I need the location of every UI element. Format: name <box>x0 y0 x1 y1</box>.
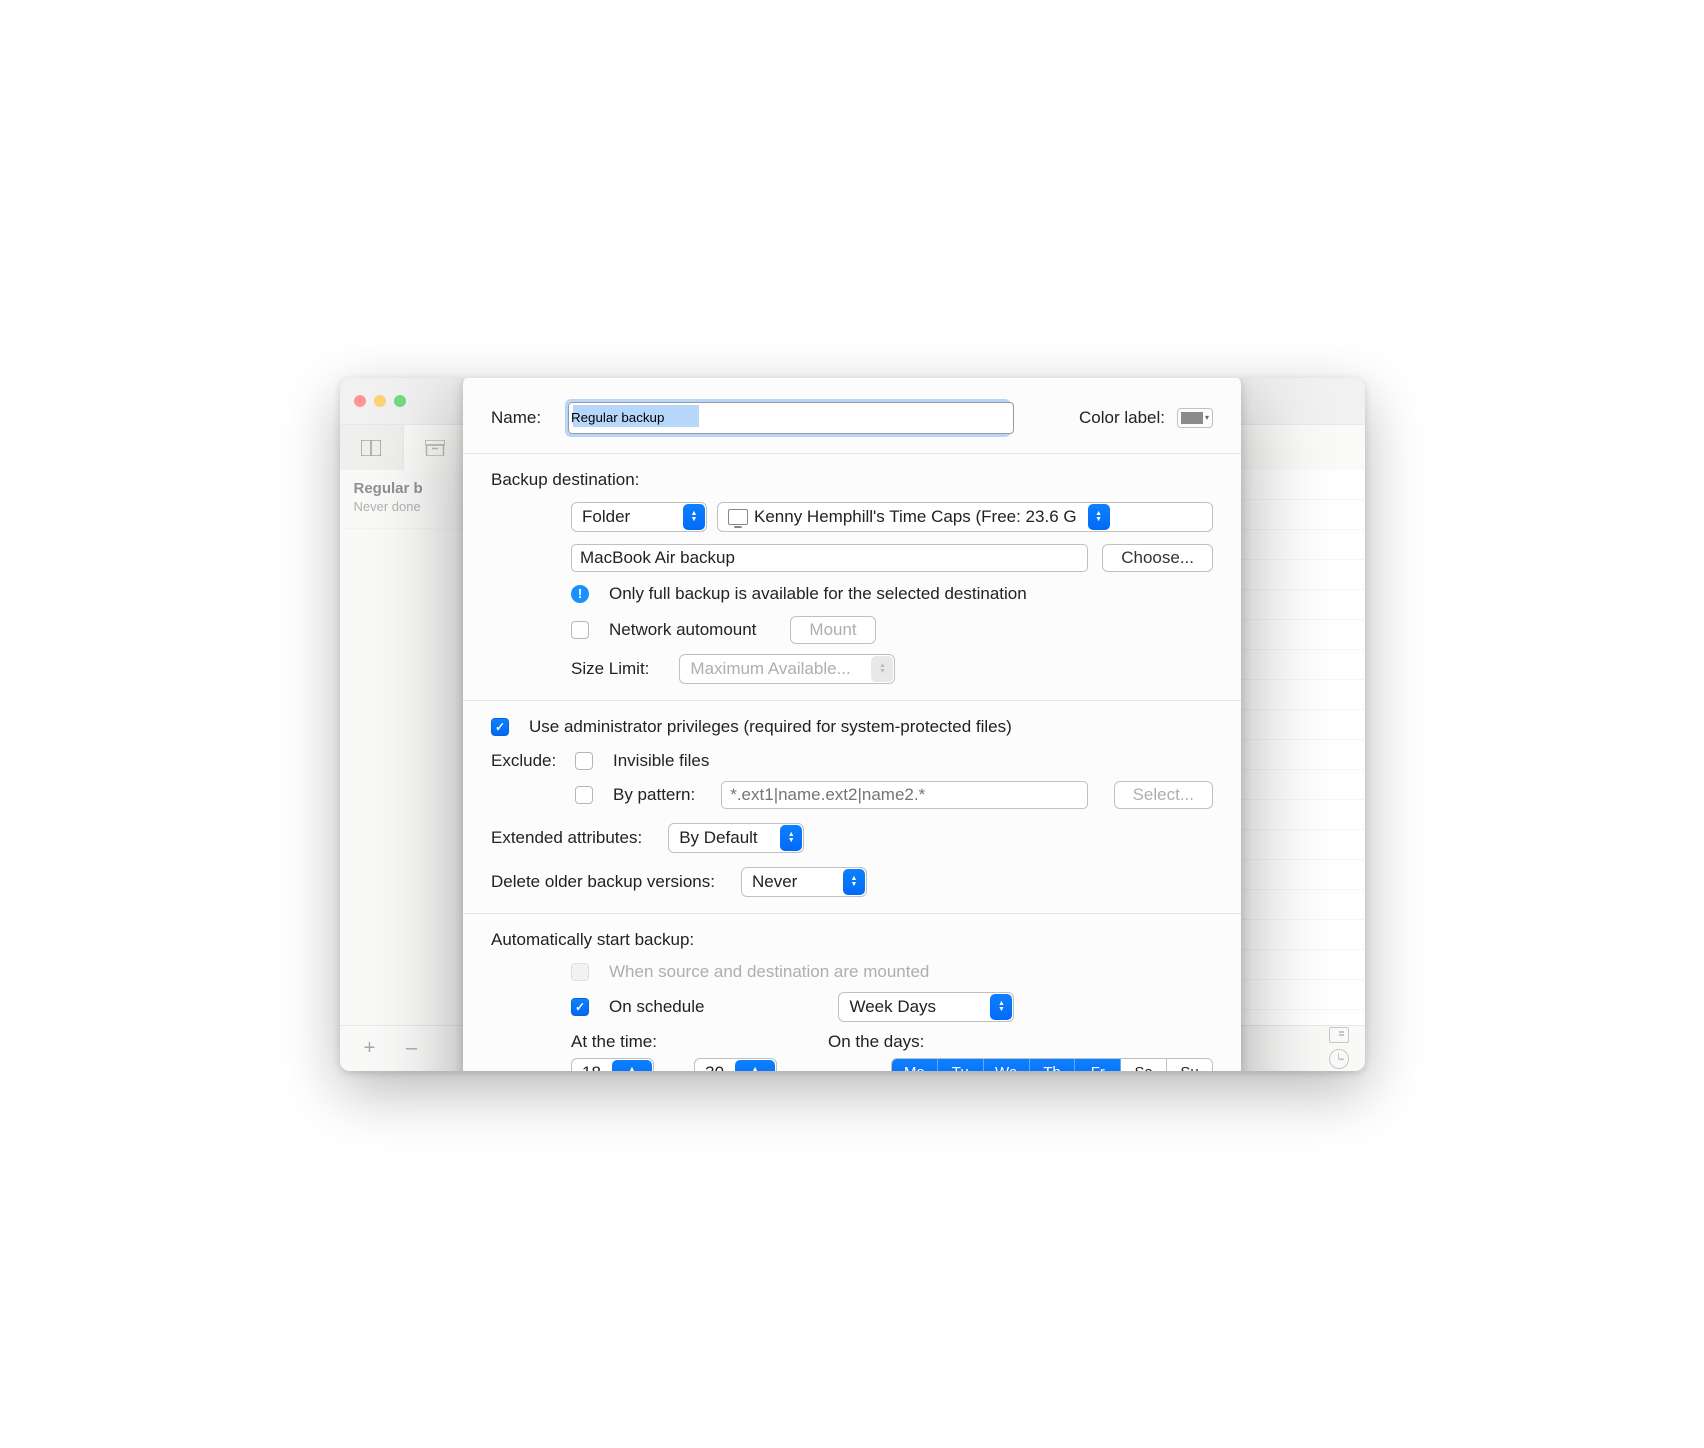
day-tu[interactable]: Tu <box>938 1059 984 1071</box>
day-mo[interactable]: Mo <box>892 1059 938 1071</box>
exclude-invisible-checkbox[interactable] <box>575 752 593 770</box>
schedule-type-popup[interactable]: Week Days ▲▼ <box>838 992 1014 1022</box>
days-label: On the days: <box>828 1032 924 1052</box>
add-button[interactable]: + <box>362 1037 378 1060</box>
history-icon[interactable] <box>1329 1049 1349 1069</box>
day-th[interactable]: Th <box>1030 1059 1076 1071</box>
notes-icon[interactable] <box>1329 1027 1349 1043</box>
admin-privileges-checkbox[interactable] <box>491 718 509 736</box>
chevrons-icon: ▲▼ <box>871 656 893 682</box>
tab-panels-icon[interactable] <box>340 425 404 471</box>
size-limit-label: Size Limit: <box>571 659 649 679</box>
exclude-pattern-checkbox[interactable] <box>575 786 593 804</box>
chevrons-icon: ▲▼ <box>990 994 1012 1020</box>
time-label: At the time: <box>571 1032 816 1052</box>
backup-status: Never done <box>354 499 481 514</box>
ext-attr-popup[interactable]: By Default ▲▼ <box>668 823 804 853</box>
color-label-picker[interactable]: ▾ <box>1177 408 1213 428</box>
on-schedule-label: On schedule <box>609 997 704 1017</box>
chevrons-icon: ▲▼ <box>843 869 865 895</box>
exclude-invisible-label: Invisible files <box>613 751 709 771</box>
chevrons-icon: ▲▼ <box>683 504 705 530</box>
name-input[interactable] <box>568 402 1014 434</box>
main-window: Backup: Regular backup Regular b Never d… <box>340 378 1365 1071</box>
exclude-select-button[interactable]: Select... <box>1114 781 1213 809</box>
destination-info-text: Only full backup is available for the se… <box>609 584 1027 604</box>
exclude-pattern-label: By pattern: <box>613 785 695 805</box>
display-icon <box>728 509 748 525</box>
destination-label: Backup destination: <box>491 470 1213 490</box>
delete-older-popup[interactable]: Never ▲▼ <box>741 867 867 897</box>
chevrons-icon: ▲▼ <box>780 825 802 851</box>
mount-button[interactable]: Mount <box>790 616 875 644</box>
hour-stepper[interactable]: 18 ▲▼ <box>571 1058 654 1071</box>
chevrons-icon: ▲▼ <box>735 1060 775 1071</box>
minute-stepper[interactable]: 30 ▲▼ <box>694 1058 777 1071</box>
name-field[interactable] <box>565 399 1011 437</box>
remove-button[interactable]: – <box>404 1037 420 1060</box>
exclude-label: Exclude: <box>491 751 563 771</box>
auto-mounted-label: When source and destination are mounted <box>609 962 929 982</box>
chevrons-icon: ▲▼ <box>1088 504 1110 530</box>
auto-start-label: Automatically start backup: <box>491 930 1213 950</box>
info-icon: ! <box>571 585 589 603</box>
backup-settings-sheet: Name: Color label: ▾ Backup destination:… <box>463 378 1241 1071</box>
day-sa[interactable]: Sa <box>1121 1059 1167 1071</box>
ext-attr-label: Extended attributes: <box>491 828 642 848</box>
day-su[interactable]: Su <box>1167 1059 1212 1071</box>
day-we[interactable]: We <box>984 1059 1030 1071</box>
on-schedule-checkbox[interactable] <box>571 998 589 1016</box>
chevrons-icon: ▲▼ <box>612 1060 652 1071</box>
color-label: Color label: <box>1079 408 1165 428</box>
destination-volume-popup[interactable]: Kenny Hemphill's Time Caps (Free: 23.6 G… <box>717 502 1213 532</box>
name-label: Name: <box>491 408 553 428</box>
destination-path-field[interactable] <box>571 544 1088 572</box>
weekday-selector[interactable]: Mo Tu We Th Fr Sa Su <box>891 1058 1213 1071</box>
automount-label: Network automount <box>609 620 756 640</box>
day-fr[interactable]: Fr <box>1075 1059 1121 1071</box>
exclude-pattern-field[interactable] <box>721 781 1087 809</box>
auto-mounted-checkbox <box>571 963 589 981</box>
destination-type-popup[interactable]: Folder ▲▼ <box>571 502 707 532</box>
size-limit-popup[interactable]: Maximum Available... ▲▼ <box>679 654 895 684</box>
tab-archive-icon[interactable] <box>404 425 468 471</box>
delete-older-label: Delete older backup versions: <box>491 872 715 892</box>
backup-name: Regular b <box>354 480 481 497</box>
admin-privileges-label: Use administrator privileges (required f… <box>529 717 1012 737</box>
choose-button[interactable]: Choose... <box>1102 544 1213 572</box>
automount-checkbox[interactable] <box>571 621 589 639</box>
